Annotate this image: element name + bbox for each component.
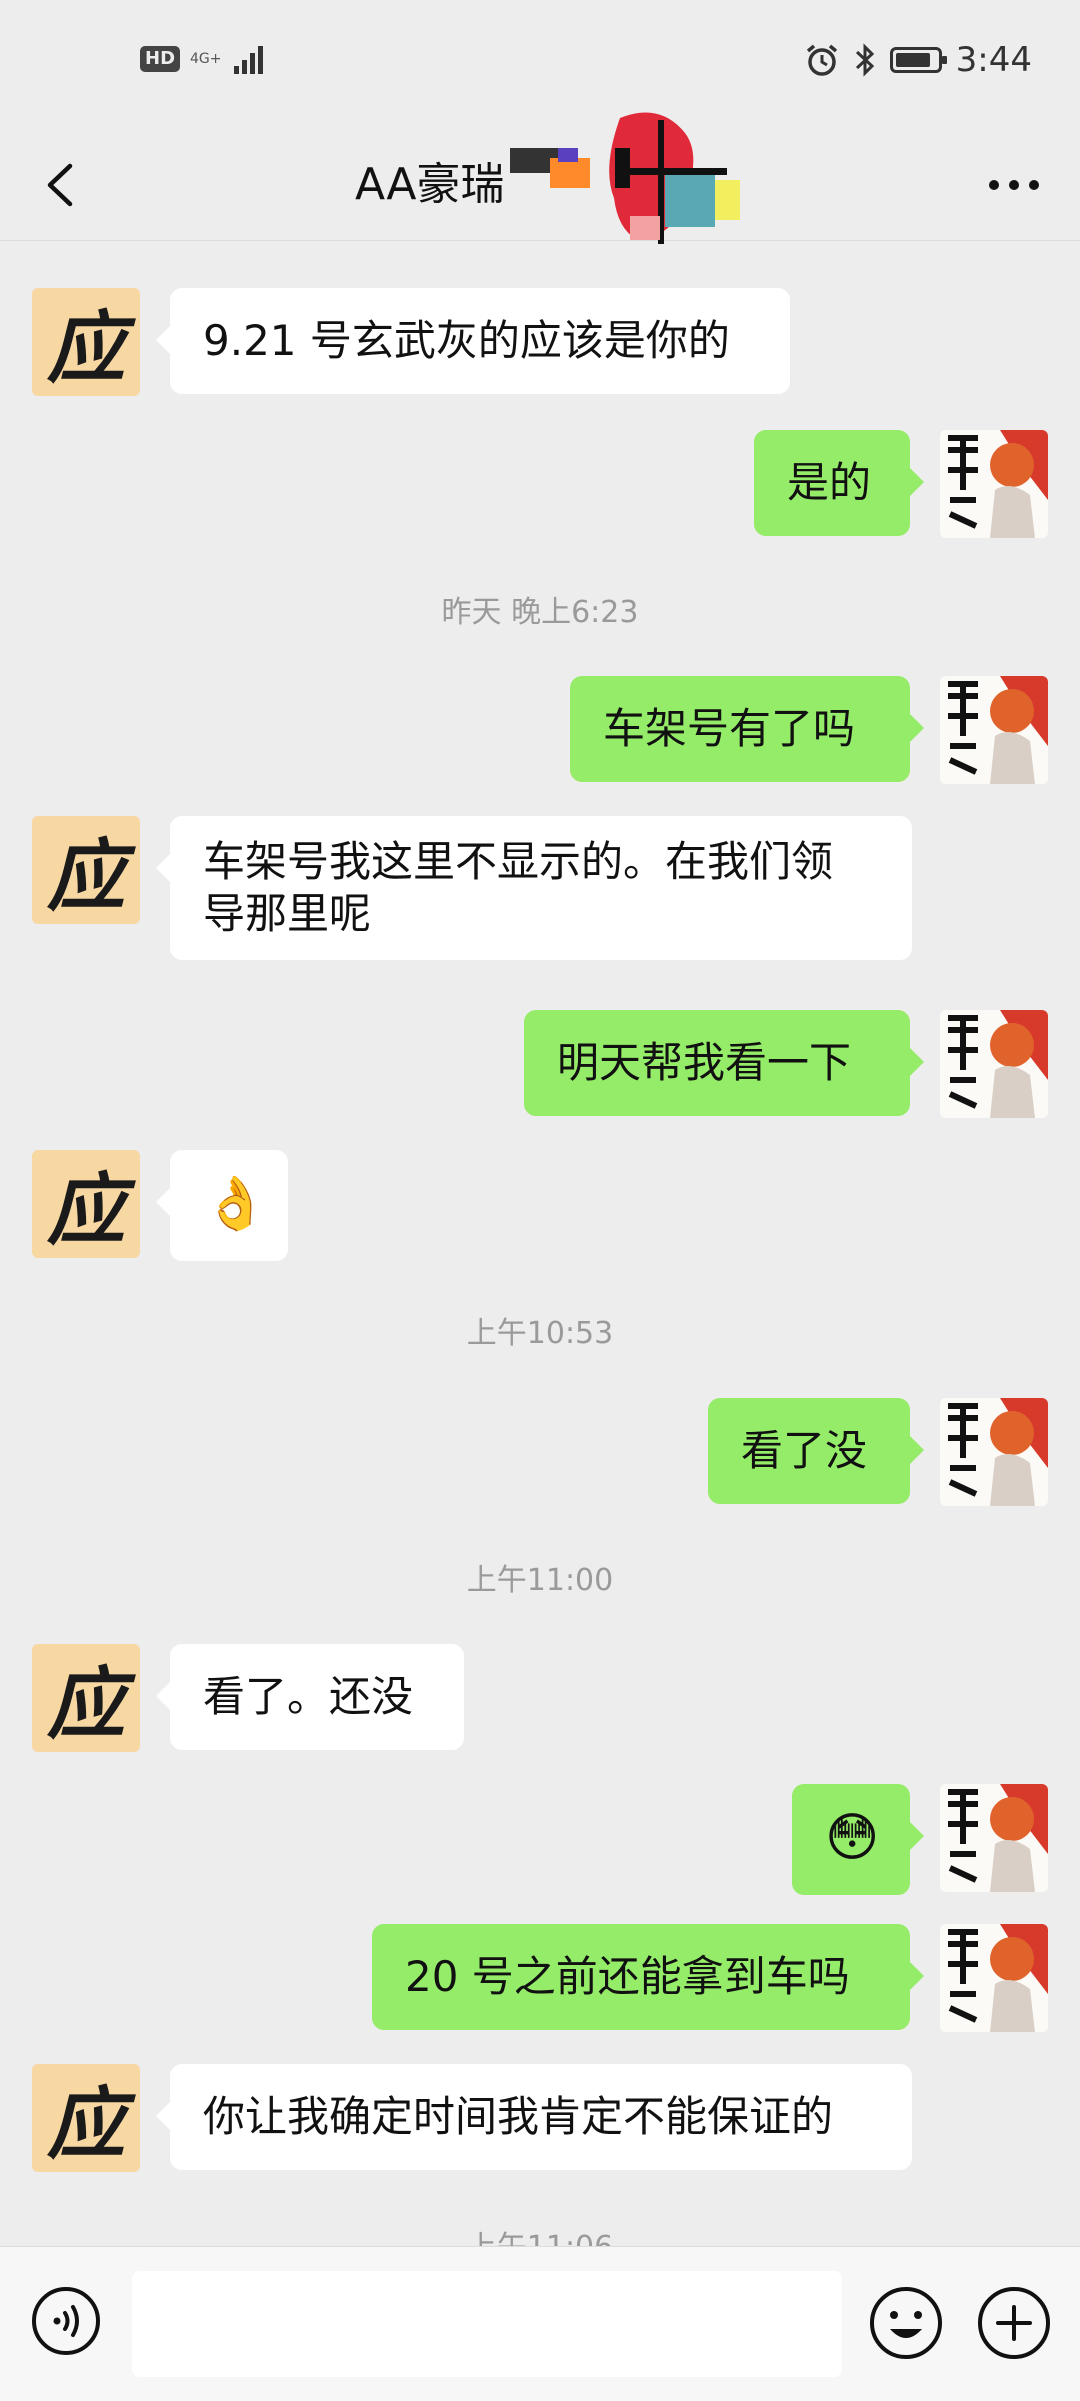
signal-icon (233, 46, 263, 74)
my-avatar[interactable] (940, 676, 1048, 784)
bluetooth-icon (855, 43, 874, 77)
emoji-icon[interactable] (868, 2285, 944, 2361)
hd-badge: HD (140, 46, 181, 72)
redaction-scribble (510, 112, 740, 244)
voice-icon[interactable] (30, 2285, 102, 2357)
message-text-line-1: 车架号我这里不显示的。在我们领 (203, 837, 834, 886)
outgoing-message[interactable]: 是的 (754, 430, 924, 536)
incoming-message[interactable]: 👌 (156, 1150, 288, 1261)
network-type: 4G+ (190, 51, 222, 67)
anime-avatar-image (940, 676, 1048, 784)
more-dots-icon[interactable] (984, 170, 1044, 200)
plus-icon[interactable] (976, 2285, 1052, 2361)
message-text: 9.21 号玄武灰的应该是你的 (203, 316, 730, 365)
anime-avatar-image (940, 430, 1048, 538)
input-bar (0, 2246, 1080, 2401)
ok-hand-emoji: 👌 (203, 1174, 268, 1234)
contact-avatar[interactable]: 应 (32, 1150, 140, 1258)
outgoing-message[interactable]: 看了没 (708, 1398, 924, 1504)
incoming-message[interactable]: 9.21 号玄武灰的应该是你的 (156, 288, 790, 394)
contact-avatar[interactable]: 应 (32, 1644, 140, 1752)
contact-avatar[interactable]: 应 (32, 2064, 140, 2172)
contact-avatar[interactable]: 应 (32, 288, 140, 396)
message-text: 是的 (787, 458, 872, 507)
outgoing-message[interactable]: 20 号之前还能拿到车吗 (372, 1924, 924, 2030)
anime-avatar-image (940, 1398, 1048, 1506)
network-indicators: HD 4G+ (140, 42, 266, 76)
message-text: 看了没 (741, 1426, 868, 1475)
message-input[interactable] (132, 2271, 842, 2377)
flushed-face-emoji: 😳 (825, 1808, 880, 1868)
anime-avatar-image (940, 1784, 1048, 1892)
message-text-line-2: 导那里呢 (203, 889, 372, 938)
message-text: 20 号之前还能拿到车吗 (405, 1952, 850, 2001)
timestamp: 昨天 晚上6:23 (441, 595, 639, 630)
my-avatar[interactable] (940, 430, 1048, 538)
alarm-icon (806, 44, 837, 76)
my-avatar[interactable] (940, 1398, 1048, 1506)
incoming-message[interactable]: 车架号我这里不显示的。在我们领 导那里呢 (156, 816, 912, 960)
anime-avatar-image (940, 1010, 1048, 1118)
battery-icon (889, 47, 947, 73)
incoming-message[interactable]: 看了。还没 (156, 1644, 464, 1750)
my-avatar[interactable] (940, 1784, 1048, 1892)
contact-avatar[interactable]: 应 (32, 816, 140, 924)
outgoing-message[interactable]: 😳 (792, 1784, 924, 1895)
clock: 3:44 (955, 40, 1032, 80)
chat-title: AA豪瑞 (355, 159, 505, 210)
chevron-left-icon[interactable] (30, 152, 90, 218)
my-avatar[interactable] (940, 1924, 1048, 2032)
my-avatar[interactable] (940, 1010, 1048, 1118)
outgoing-message[interactable]: 车架号有了吗 (570, 676, 924, 782)
status-right: 3:44 (804, 40, 1032, 80)
message-text: 明天帮我看一下 (557, 1038, 852, 1087)
timestamp: 上午10:53 (466, 1316, 614, 1351)
message-text: 你让我确定时间我肯定不能保证的 (203, 2092, 834, 2141)
anime-avatar-image (940, 1924, 1048, 2032)
timestamp: 上午11:00 (466, 1563, 614, 1598)
message-text: 车架号有了吗 (603, 704, 856, 753)
outgoing-message[interactable]: 明天帮我看一下 (524, 1010, 924, 1116)
incoming-message[interactable]: 你让我确定时间我肯定不能保证的 (156, 2064, 912, 2170)
message-text: 看了。还没 (203, 1672, 414, 1721)
